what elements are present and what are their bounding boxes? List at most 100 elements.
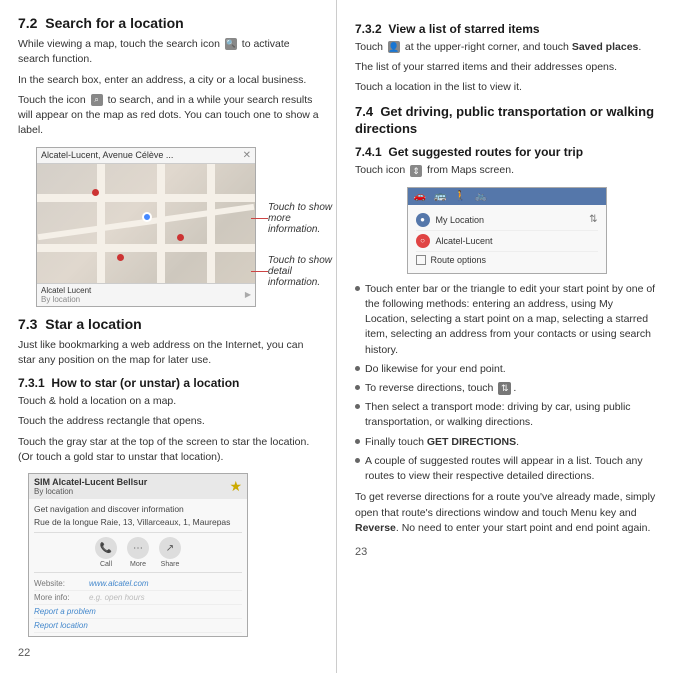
section-74-title: 7.4 Get driving, public transportation o…: [355, 104, 658, 138]
bullet-dot-5: [355, 458, 360, 463]
section-731-para3: Touch the gray star at the top of the sc…: [18, 435, 320, 465]
callout-text-2: Touch to show detail information.: [268, 255, 338, 288]
section-73-para1: Just like bookmarking a web address on t…: [18, 338, 320, 368]
section-732-title: 7.3.2 View a list of starred items: [355, 22, 658, 36]
bullet-list: Touch enter bar or the triangle to edit …: [355, 282, 658, 485]
section-741-title: 7.4.1 Get suggested routes for your trip: [355, 145, 658, 159]
star-map-icons-row: 📞 Call ⋯ More ↗ Share: [34, 532, 242, 573]
map-road-v1: [97, 164, 105, 299]
map-topbar: Alcatel-Lucent, Avenue Célève ... ✕: [37, 148, 255, 164]
bullet-text-2: To reverse directions, touch ⇅.: [365, 381, 658, 396]
page-number-left: 22: [18, 647, 320, 659]
star-map-title: SIM Alcatel-Lucent Bellsur: [34, 477, 147, 487]
more-label: More: [130, 561, 146, 568]
section-73: 7.3 Star a location Just like bookmarkin…: [18, 315, 320, 638]
star-icon-more: ⋯ More: [127, 537, 149, 568]
bullet-item-3: Then select a transport mode: driving by…: [355, 400, 658, 430]
route-options-checkbox: [416, 255, 426, 265]
bullet-text-4: Finally touch GET DIRECTIONS.: [365, 435, 658, 450]
field-website: Website: www.alcatel.com: [34, 577, 242, 591]
callout-text-1: Touch to show more information.: [268, 202, 338, 235]
section-731: 7.3.1 How to star (or unstar) a location…: [18, 376, 320, 465]
share-label: Share: [161, 561, 180, 568]
bullet-dot-3: [355, 404, 360, 409]
directions-icon: ⇕: [410, 165, 422, 177]
route-options-label: Route options: [431, 255, 487, 265]
section-731-para1: Touch & hold a location on a map.: [18, 394, 320, 409]
bike-icon: 🚲: [475, 191, 487, 202]
bullet-item-0: Touch enter bar or the triangle to edit …: [355, 282, 658, 358]
search-go-icon: ⌕: [91, 94, 103, 106]
page-right: 7.3.2 View a list of starred items Touch…: [337, 0, 674, 673]
bullet-item-5: A couple of suggested routes will appear…: [355, 454, 658, 484]
page-left: 7.2 Search for a location While viewing …: [0, 0, 337, 673]
star-map-container: SIM Alcatel-Lucent Bellsur By location ★…: [28, 473, 248, 637]
section-732: 7.3.2 View a list of starred items Touch…: [355, 22, 658, 96]
map-close-icon: ✕: [243, 150, 251, 161]
reverse-directions-icon: ⇅: [498, 382, 511, 395]
map-body: [37, 164, 255, 299]
destination-label: Alcatel-Lucent: [436, 236, 493, 246]
map-route-icon: ▶: [245, 290, 251, 299]
bullet-text-3: Then select a transport mode: driving by…: [365, 400, 658, 430]
saved-places-bold: Saved places: [572, 41, 639, 53]
final-para: To get reverse directions for a route yo…: [355, 490, 658, 536]
map-bottom-label: Alcatel Lucent: [41, 286, 91, 295]
map-red-dot-3: [117, 254, 124, 261]
star-map-fields: Website: www.alcatel.com More info: e.g.…: [34, 577, 242, 633]
star-map-subtitle: By location: [34, 487, 147, 496]
map-red-dot-1: [92, 189, 99, 196]
callout-2: Touch to show detail information.: [251, 255, 338, 288]
moreinfo-value: e.g. open hours: [89, 593, 145, 602]
star-map-desc: Get navigation and discover information: [34, 504, 242, 515]
map-road-v2: [157, 164, 165, 299]
field-report-problem: Report a problem: [34, 605, 242, 619]
callout-1: Touch to show more information.: [251, 202, 338, 235]
section-741-para1: Touch icon ⇕ from Maps screen.: [355, 163, 658, 178]
bullet-dot-4: [355, 439, 360, 444]
map-road-h3: [37, 244, 255, 252]
section-72-para2: In the search box, enter an address, a c…: [18, 73, 320, 88]
transit-icon: 🚌: [434, 191, 446, 202]
website-label: Website:: [34, 579, 89, 588]
car-icon: 🚗: [414, 191, 426, 202]
map-topbar-text: Alcatel-Lucent, Avenue Célève ...: [41, 150, 243, 160]
more-icon: ⋯: [127, 537, 149, 559]
map-location-pin: [142, 212, 152, 222]
bullet-dot-2: [355, 385, 360, 390]
search-icon: 🔍: [225, 38, 237, 50]
field-report-location: Report location: [34, 619, 242, 633]
section-732-para1: Touch 👤 at the upper-right corner, and t…: [355, 40, 658, 55]
section-72-para3: Touch the icon ⌕ to search, and in a whi…: [18, 93, 320, 139]
field-moreinfo: More info: e.g. open hours: [34, 591, 242, 605]
bullet-item-2: To reverse directions, touch ⇅.: [355, 381, 658, 396]
page-number-right: 23: [355, 546, 658, 558]
star-icon: ★: [229, 478, 242, 495]
star-map-desc2: Rue de la longue Raie, 13, Villarceaux, …: [34, 517, 242, 528]
section-741: 7.4.1 Get suggested routes for your trip…: [355, 145, 658, 273]
callout-line-2: [251, 271, 268, 272]
bullet-item-4: Finally touch GET DIRECTIONS.: [355, 435, 658, 450]
map-road-v3: [207, 164, 215, 299]
section-731-title: 7.3.1 How to star (or unstar) a location: [18, 376, 320, 390]
map-red-dot-2: [177, 234, 184, 241]
map-bottom-bar: Alcatel Lucent By location ▶: [37, 283, 255, 306]
destination-icon: ○: [416, 234, 430, 248]
section-73-title: 7.3 Star a location: [18, 315, 320, 333]
callout-line-1: [251, 218, 268, 219]
bullet-text-5: A couple of suggested routes will appear…: [365, 454, 658, 484]
walk-icon: 🚶: [454, 191, 466, 202]
route-map-body: ● My Location ⇅ ○ Alcatel-Lucent Route o…: [408, 205, 606, 273]
section-72: 7.2 Search for a location While viewing …: [18, 14, 320, 307]
website-value: www.alcatel.com: [89, 579, 149, 588]
star-icon-share: ↗ Share: [159, 537, 181, 568]
bullet-text-0: Touch enter bar or the triangle to edit …: [365, 282, 658, 358]
section-732-para3: Touch a location in the list to view it.: [355, 80, 658, 95]
person-icon: 👤: [388, 41, 400, 53]
my-location-icon: ●: [416, 213, 430, 227]
call-label: Call: [100, 561, 112, 568]
bullet-dot-1: [355, 366, 360, 371]
section-731-para2: Touch the address rectangle that opens.: [18, 414, 320, 429]
share-icon: ↗: [159, 537, 181, 559]
star-map-header: SIM Alcatel-Lucent Bellsur By location ★: [29, 474, 247, 499]
